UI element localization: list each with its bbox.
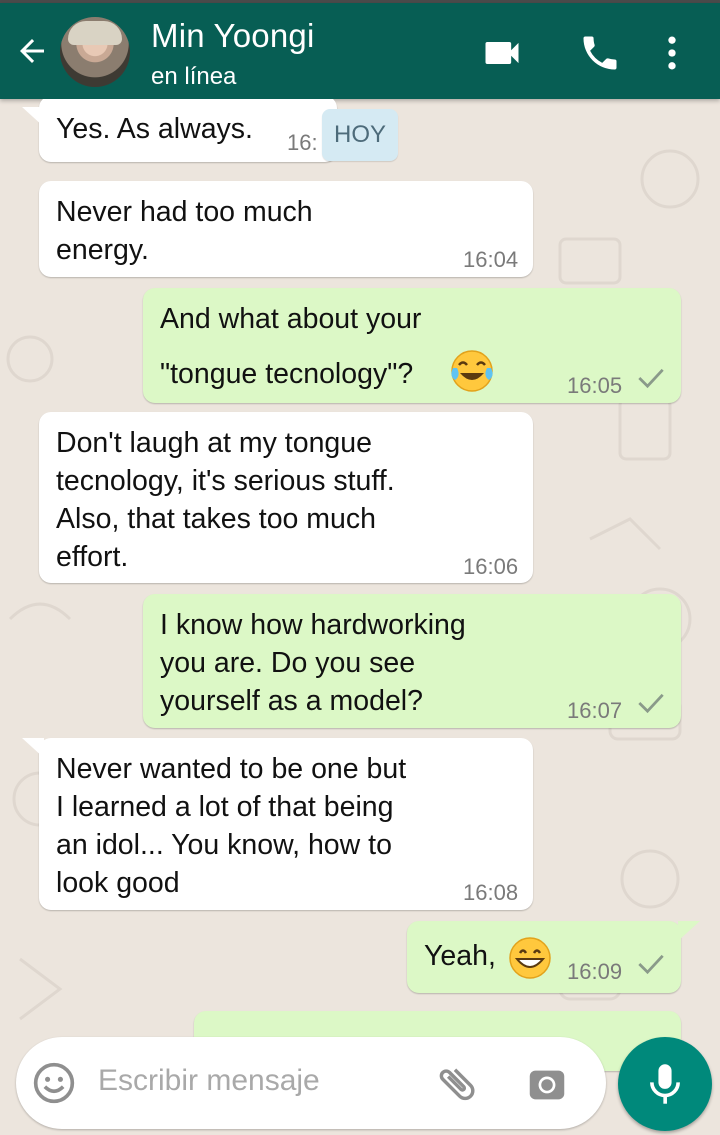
arrow-back-icon[interactable] xyxy=(14,33,50,69)
bubble-tail-outgoing xyxy=(678,921,700,941)
message-time: 16:05 xyxy=(567,373,623,398)
face-with-tears-of-joy-icon xyxy=(451,350,493,392)
message-text: And what about your xyxy=(160,303,422,335)
message-composer[interactable]: Escribir mensaje xyxy=(16,1037,606,1129)
message-bubble-incoming[interactable]: Never had too much energy. 16:04 xyxy=(39,181,533,277)
contact-name[interactable]: Min Yoongi xyxy=(151,17,314,55)
message-bubble-incoming[interactable]: Yes. As always. 16: xyxy=(39,99,337,162)
message-text: Yeah, xyxy=(424,940,496,972)
message-time: 16: xyxy=(287,130,318,155)
grinning-face-icon xyxy=(509,937,551,979)
message-input[interactable]: Escribir mensaje xyxy=(98,1064,320,1098)
video-call-icon[interactable] xyxy=(480,31,524,75)
message-bubble-incoming[interactable]: Don't laugh at my tongue tecnology, it's… xyxy=(39,412,533,583)
emoji-icon[interactable] xyxy=(32,1061,76,1105)
bubble-tail-incoming xyxy=(22,107,44,127)
message-bubble-incoming[interactable]: Never wanted to be one but I learned a l… xyxy=(39,738,533,910)
voice-record-button[interactable] xyxy=(618,1037,712,1131)
camera-icon[interactable] xyxy=(524,1061,570,1107)
message-text-line2: "tongue tecnology"? xyxy=(160,358,414,390)
more-vert-icon[interactable] xyxy=(650,31,694,75)
message-text: I know how hardworking you are. Do you s… xyxy=(160,609,466,717)
chat-header: Min Yoongi en línea xyxy=(0,3,720,99)
check-icon xyxy=(638,954,664,975)
message-time: 16:04 xyxy=(463,247,519,272)
message-bubble-outgoing[interactable]: Yeah, 16:09 xyxy=(407,921,681,993)
mic-icon xyxy=(650,1064,680,1104)
check-icon xyxy=(638,693,664,714)
message-text: Never wanted to be one but I learned a l… xyxy=(56,753,407,899)
contact-status: en línea xyxy=(151,63,237,90)
message-text: Yes. As always. xyxy=(56,113,253,145)
message-bubble-outgoing[interactable]: And what about your "tongue tecnology"? … xyxy=(143,288,681,403)
message-time: 16:08 xyxy=(463,880,519,905)
message-time: 16:07 xyxy=(567,698,623,723)
bubble-tail-incoming xyxy=(22,738,44,758)
attach-icon[interactable] xyxy=(434,1061,480,1107)
date-separator: HOY xyxy=(322,109,398,161)
chat-area[interactable]: Yes. As always. 16: HOY Never had too mu… xyxy=(0,99,720,1135)
check-icon xyxy=(638,368,664,389)
avatar[interactable] xyxy=(60,17,130,87)
voice-call-icon[interactable] xyxy=(578,31,622,75)
message-time: 16:06 xyxy=(463,554,519,579)
message-text: Don't laugh at my tongue tecnology, it's… xyxy=(56,427,395,573)
message-bubble-outgoing[interactable]: I know how hardworking you are. Do you s… xyxy=(143,594,681,728)
message-time: 16:09 xyxy=(567,959,623,984)
message-text: Never had too much energy. xyxy=(56,196,313,266)
